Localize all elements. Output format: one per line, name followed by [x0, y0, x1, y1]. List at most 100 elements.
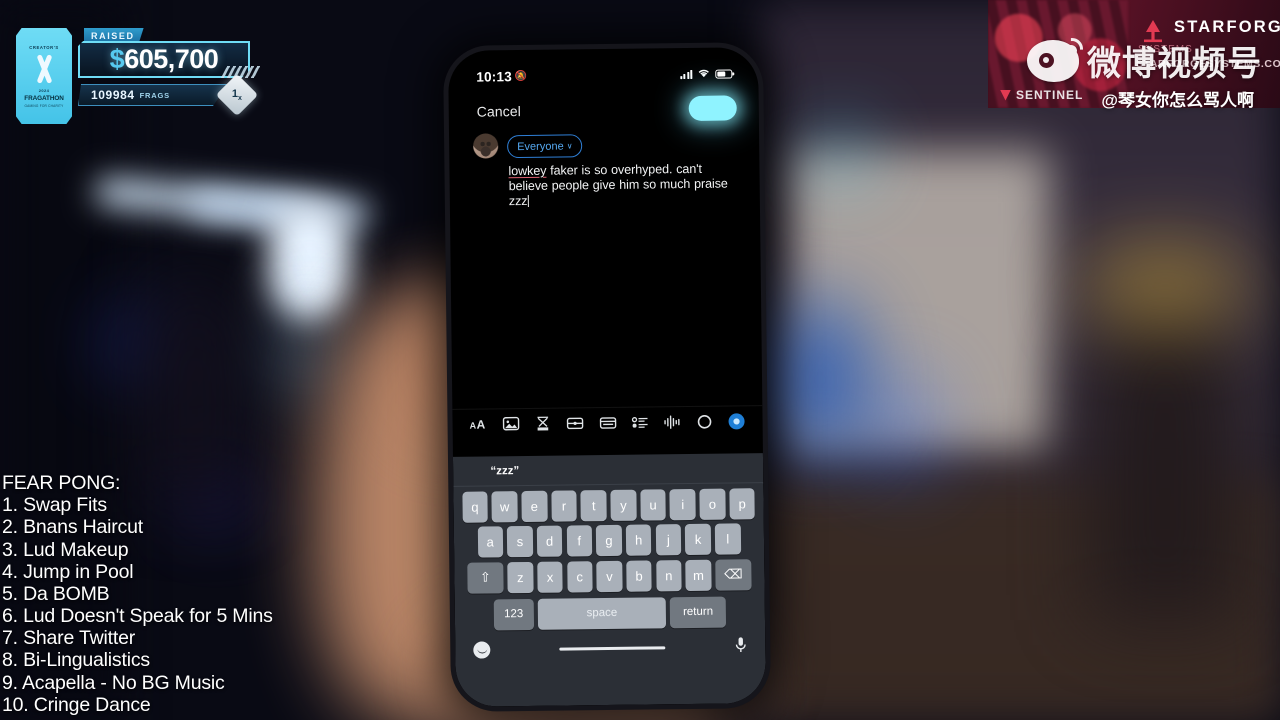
- avatar[interactable]: [473, 133, 499, 159]
- image-icon[interactable]: [501, 415, 521, 433]
- key-h[interactable]: h: [625, 524, 652, 556]
- status-bar-indicators: [679, 64, 733, 83]
- audience-chip[interactable]: Everyone ∨: [507, 134, 583, 159]
- key-o[interactable]: o: [699, 488, 726, 520]
- post-button[interactable]: [688, 95, 737, 121]
- key-g[interactable]: g: [596, 524, 622, 557]
- weibo-logo-icon: [1027, 37, 1083, 82]
- key-q[interactable]: q: [462, 490, 488, 523]
- key-d[interactable]: d: [536, 525, 563, 557]
- badge-top-label: CREATOR'S: [29, 44, 59, 50]
- charity-raised-overlay: CREATOR'S 2024 FRAGATHON GAMING FOR CHAR…: [16, 28, 262, 128]
- cellular-signal-icon: [679, 69, 693, 79]
- phone-device: 10:13 🔕 Cancel Everyone ∨ lowkey faker i…: [442, 42, 772, 712]
- status-time: 10:13: [476, 68, 512, 85]
- home-indicator[interactable]: [559, 646, 666, 651]
- raised-amount: $605,700: [110, 44, 219, 75]
- key-j[interactable]: j: [655, 524, 682, 556]
- on-screen-keyboard: “zzz” q w e r t y u i o p a s d f g h j …: [452, 453, 766, 707]
- microphone-icon[interactable]: [734, 636, 747, 658]
- weibo-signal-arc-inner: [1069, 44, 1077, 52]
- keyboard-row-2: a s d f g h j k l: [454, 519, 764, 558]
- multiplier-value-group: 1x: [232, 88, 242, 102]
- raised-label: RAISED: [84, 28, 144, 43]
- space-key[interactable]: space: [537, 596, 667, 630]
- weibo-handle-text: @琴女你怎么骂人啊: [1101, 91, 1254, 110]
- list-item: 2. Bnans Haircut: [2, 516, 143, 539]
- key-z[interactable]: z: [507, 561, 534, 593]
- keyboard-row-1: q w e r t y u i o p: [453, 483, 763, 523]
- list-item: 1. Swap Fits: [2, 494, 107, 517]
- sentinel-logo-icon: [1000, 89, 1011, 101]
- key-u[interactable]: u: [640, 488, 667, 521]
- record-active-icon[interactable]: [726, 412, 746, 430]
- weibo-watermark: 微博视频号: [1027, 36, 1262, 85]
- list-item: 6. Lud Doesn't Speak for 5 Mins: [2, 605, 273, 628]
- media-card-icon[interactable]: [565, 414, 585, 432]
- key-a[interactable]: a: [477, 526, 504, 558]
- circle-icon[interactable]: [694, 412, 714, 430]
- article-card-icon[interactable]: [597, 413, 617, 431]
- bell-slash-icon: 🔕: [514, 70, 528, 82]
- return-key[interactable]: return: [669, 596, 727, 628]
- emoji-icon[interactable]: [473, 641, 491, 659]
- key-p[interactable]: p: [729, 487, 756, 520]
- key-t[interactable]: t: [580, 489, 607, 521]
- bg-person-left: [140, 270, 250, 500]
- shift-key[interactable]: ⇧: [467, 561, 504, 594]
- multiplier-badge: 1x: [215, 73, 259, 117]
- key-x[interactable]: x: [537, 561, 563, 593]
- status-bar-time-group: 10:13 🔕: [476, 68, 527, 84]
- key-b[interactable]: b: [626, 559, 653, 592]
- poll-icon[interactable]: [630, 413, 650, 431]
- key-l[interactable]: l: [714, 523, 741, 555]
- key-m[interactable]: m: [685, 559, 712, 591]
- suggestion-2[interactable]: [556, 469, 659, 470]
- list-item: 5. Da BOMB: [2, 582, 110, 605]
- ribbon-icon: [31, 52, 57, 86]
- numbers-key[interactable]: 123: [493, 598, 534, 630]
- badge-year: 2024: [38, 87, 50, 93]
- decorative-stripes: [220, 66, 262, 78]
- cancel-button[interactable]: Cancel: [477, 103, 521, 120]
- backspace-key[interactable]: ⌫: [715, 558, 752, 591]
- text-caret: [527, 194, 530, 207]
- badge-subtitle: GAMING FOR CHARITY: [24, 103, 64, 108]
- currency-symbol: $: [109, 44, 125, 74]
- key-c[interactable]: c: [566, 560, 593, 593]
- key-w[interactable]: w: [491, 490, 518, 522]
- list-item: 9. Acapella - No BG Music: [2, 671, 225, 694]
- key-y[interactable]: y: [610, 489, 637, 521]
- key-s[interactable]: s: [507, 525, 533, 558]
- phone-screen: 10:13 🔕 Cancel Everyone ∨ lowkey faker i…: [448, 47, 766, 707]
- audience-chip-label: Everyone: [517, 140, 564, 153]
- weibo-watermark-text: 微博视频号: [1087, 45, 1262, 83]
- chevron-down-icon: ∨: [566, 141, 573, 151]
- audio-waveform-icon[interactable]: [662, 413, 682, 431]
- frags-panel: 109984 FRAGS: [78, 84, 228, 106]
- key-n[interactable]: n: [655, 559, 682, 591]
- key-v[interactable]: v: [596, 560, 623, 592]
- suggestion-3[interactable]: [660, 468, 763, 469]
- raised-amount-value: 605,700: [124, 44, 219, 74]
- fragathon-badge: CREATOR'S 2024 FRAGATHON GAMING FOR CHAR…: [16, 28, 72, 124]
- key-i[interactable]: i: [669, 488, 696, 520]
- key-r[interactable]: r: [551, 489, 577, 522]
- misspelled-word: lowkey: [508, 163, 547, 179]
- key-f[interactable]: f: [566, 525, 593, 557]
- predictive-suggestions-bar: “zzz”: [452, 453, 764, 487]
- bg-bokeh-4: [272, 330, 332, 390]
- sentinel-label: SENTINEL: [1016, 88, 1084, 102]
- keyboard-row-3: ⇧ z x c v b n m ⌫: [454, 554, 764, 594]
- compose-toolbar: AA: [452, 405, 763, 439]
- text-format-icon[interactable]: AA: [468, 415, 488, 433]
- keyboard-bottom-bar: [455, 627, 765, 662]
- suggestion-1[interactable]: “zzz”: [453, 464, 556, 477]
- key-e[interactable]: e: [521, 490, 548, 522]
- frags-label: FRAGS: [139, 90, 170, 100]
- tweet-text-input[interactable]: lowkey faker is so overhyped. can't beli…: [449, 155, 760, 209]
- sentinel-sponsor-row: SENTINEL: [1000, 88, 1083, 102]
- gif-icon[interactable]: [533, 414, 553, 432]
- bg-bokeh-5: [292, 288, 328, 324]
- key-k[interactable]: k: [685, 523, 711, 556]
